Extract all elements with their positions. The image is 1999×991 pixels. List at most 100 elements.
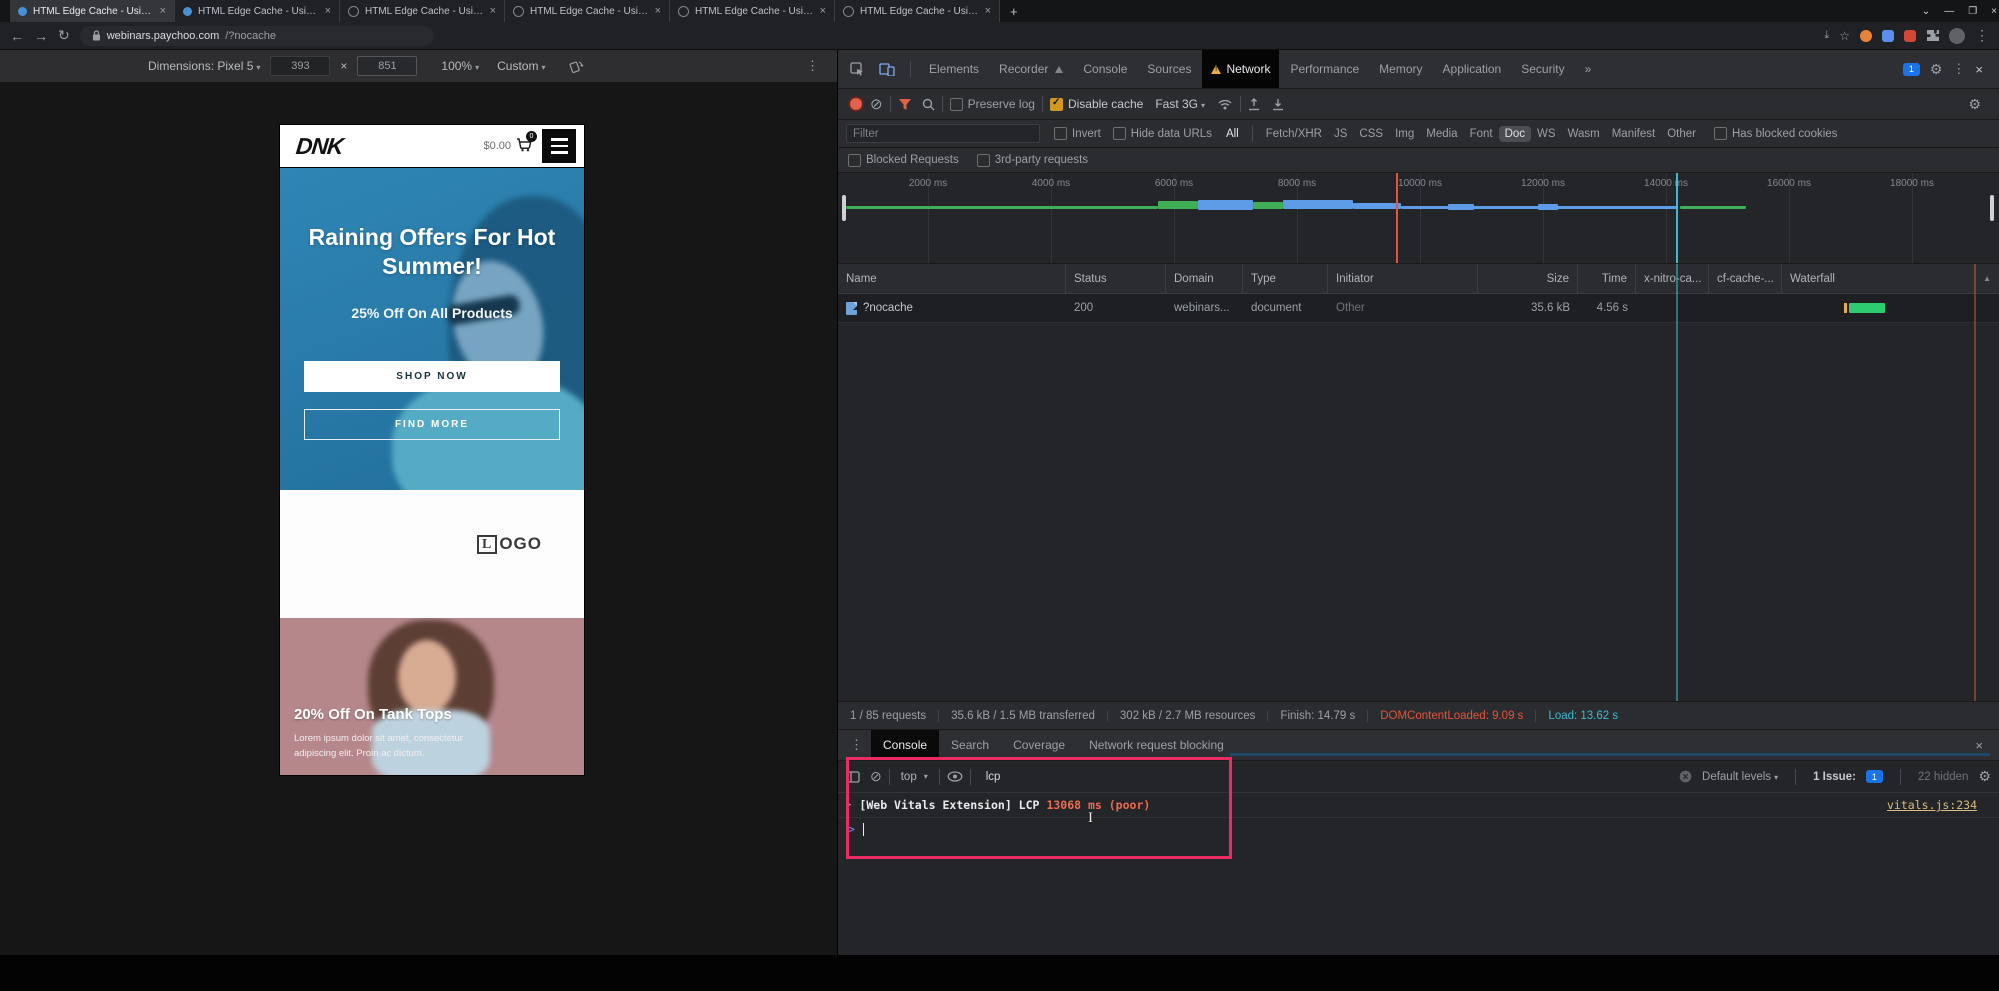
- clear-console-icon[interactable]: ⊘: [870, 768, 882, 785]
- col-x-nitro[interactable]: x-nitro-ca...: [1636, 264, 1709, 293]
- blocked-requests-checkbox[interactable]: Blocked Requests: [848, 154, 959, 167]
- export-har-icon[interactable]: [1272, 98, 1284, 111]
- type-filter-ws[interactable]: WS: [1531, 126, 1562, 142]
- tab-sources[interactable]: Sources: [1138, 50, 1200, 88]
- tab-close-icon[interactable]: ×: [985, 5, 991, 17]
- type-filter-js[interactable]: JS: [1328, 126, 1353, 142]
- tab-application[interactable]: Application: [1434, 50, 1511, 88]
- type-filter-img[interactable]: Img: [1389, 126, 1420, 142]
- record-network-log-icon[interactable]: [850, 98, 862, 110]
- devtools-kebab-icon[interactable]: ⋮: [1952, 61, 1965, 77]
- clear-network-log-icon[interactable]: ⊘: [870, 95, 883, 113]
- share-icon[interactable]: ⤓: [1824, 29, 1829, 42]
- third-party-requests-checkbox[interactable]: 3rd-party requests: [977, 154, 1088, 167]
- request-row[interactable]: ?nocache 200 webinars... document Other …: [838, 294, 1999, 323]
- bookmark-star-icon[interactable]: ☆: [1839, 29, 1850, 43]
- tab-close-icon[interactable]: ×: [325, 5, 331, 17]
- drawer-kebab-icon[interactable]: ⋮: [842, 737, 871, 753]
- type-filter-font[interactable]: Font: [1464, 126, 1499, 142]
- device-dimensions-select[interactable]: Dimensions: Pixel 5▾: [148, 59, 260, 73]
- import-har-icon[interactable]: [1248, 98, 1260, 111]
- network-conditions-icon[interactable]: [1217, 98, 1233, 110]
- search-icon[interactable]: [922, 98, 935, 111]
- shop-now-button[interactable]: SHOP NOW: [304, 361, 560, 392]
- col-time[interactable]: Time: [1578, 264, 1636, 293]
- console-log-row[interactable]: ▶ [Web Vitals Extension] LCP 13068 ms (p…: [838, 793, 1999, 818]
- has-blocked-cookies-checkbox[interactable]: Has blocked cookies: [1714, 127, 1837, 140]
- drawer-tab-search[interactable]: Search: [939, 730, 1001, 760]
- eye-icon[interactable]: [947, 771, 963, 782]
- browser-tab[interactable]: HTML Edge Cache - Using a ×: [175, 0, 340, 22]
- issues-label[interactable]: 1 Issue:: [1813, 771, 1856, 783]
- network-filter-input[interactable]: Filter: [846, 124, 1040, 143]
- hamburger-menu-button[interactable]: [542, 129, 576, 163]
- drawer-close-icon[interactable]: ×: [1975, 738, 1995, 753]
- tab-console[interactable]: Console: [1074, 50, 1136, 88]
- overview-right-handle[interactable]: [1990, 195, 1994, 221]
- devtools-settings-gear-icon[interactable]: ⚙: [1930, 61, 1943, 78]
- console-sidebar-icon[interactable]: [846, 771, 860, 783]
- close-window-icon[interactable]: ×: [1991, 6, 1997, 17]
- cart-area[interactable]: $0.00 0: [483, 137, 532, 155]
- device-toolbar-kebab-icon[interactable]: ⋮: [806, 58, 819, 74]
- browser-tab[interactable]: HTML Edge Cache - Using a ×: [10, 0, 175, 22]
- extensions-puzzle-icon[interactable]: [1926, 29, 1939, 42]
- browser-tab[interactable]: HTML Edge Cache - Using a ×: [505, 0, 670, 22]
- maximize-icon[interactable]: ❐: [1968, 6, 1977, 17]
- col-status[interactable]: Status: [1066, 264, 1166, 293]
- forward-icon[interactable]: →: [34, 28, 48, 44]
- tab-close-icon[interactable]: ×: [655, 5, 661, 17]
- minimize-icon[interactable]: —: [1944, 6, 1954, 17]
- type-filter-doc[interactable]: Doc: [1499, 126, 1531, 142]
- console-context-select[interactable]: top▾: [897, 771, 932, 783]
- col-type[interactable]: Type: [1243, 264, 1328, 293]
- browser-tab[interactable]: HTML Edge Cache - Using a ×: [340, 0, 505, 22]
- col-initiator[interactable]: Initiator: [1328, 264, 1478, 293]
- type-filter-wasm[interactable]: Wasm: [1562, 126, 1606, 142]
- disable-cache-checkbox[interactable]: Disable cache: [1050, 97, 1143, 111]
- drawer-tab-coverage[interactable]: Coverage: [1001, 730, 1077, 760]
- invert-checkbox[interactable]: Invert: [1054, 127, 1101, 140]
- browser-tab[interactable]: HTML Edge Cache - Using a ×: [835, 0, 1000, 22]
- expand-triangle-icon[interactable]: ▶: [846, 800, 851, 810]
- console-levels-select[interactable]: Default levels▾: [1702, 771, 1778, 783]
- tab-performance[interactable]: Performance: [1281, 50, 1368, 88]
- back-icon[interactable]: ←: [10, 28, 24, 44]
- reload-icon[interactable]: ↻: [58, 27, 70, 44]
- type-filter-manifest[interactable]: Manifest: [1606, 126, 1661, 142]
- type-filter-all[interactable]: All: [1220, 126, 1245, 142]
- col-domain[interactable]: Domain: [1166, 264, 1243, 293]
- more-tabs-chevron[interactable]: »: [1576, 50, 1601, 88]
- tab-close-icon[interactable]: ×: [160, 5, 166, 17]
- tab-recorder[interactable]: Recorder: [990, 50, 1072, 88]
- console-prompt[interactable]: >: [838, 818, 1999, 840]
- site-logo[interactable]: DNK: [295, 133, 345, 160]
- network-overview-timeline[interactable]: 2000 ms 4000 ms 6000 ms 8000 ms 10000 ms…: [838, 173, 1999, 264]
- device-height-input[interactable]: 851: [357, 56, 417, 76]
- browser-tab[interactable]: HTML Edge Cache - Using a ×: [670, 0, 835, 22]
- browser-menu-kebab-icon[interactable]: ⋮: [1975, 27, 1989, 44]
- type-filter-css[interactable]: CSS: [1353, 126, 1389, 142]
- network-settings-gear-icon[interactable]: ⚙: [1968, 96, 1991, 113]
- devtools-close-icon[interactable]: ×: [1975, 62, 1983, 77]
- overview-left-handle[interactable]: [842, 195, 846, 221]
- toggle-device-toolbar-icon[interactable]: [873, 62, 901, 76]
- find-more-button[interactable]: FIND MORE: [304, 409, 560, 440]
- console-issues-badge[interactable]: 1: [1866, 770, 1883, 783]
- tab-memory[interactable]: Memory: [1370, 50, 1431, 88]
- hidden-messages-label[interactable]: 22 hidden: [1918, 771, 1969, 783]
- col-waterfall[interactable]: Waterfall ▲: [1782, 264, 1999, 293]
- tab-elements[interactable]: Elements: [920, 50, 988, 88]
- filter-funnel-icon[interactable]: [898, 98, 912, 111]
- preserve-log-checkbox[interactable]: Preserve log: [950, 97, 1035, 111]
- device-throttle-select[interactable]: Custom▾: [497, 59, 545, 73]
- extension-icon[interactable]: [1860, 30, 1872, 42]
- type-filter-media[interactable]: Media: [1420, 126, 1463, 142]
- profile-avatar[interactable]: [1949, 28, 1965, 44]
- type-filter-other[interactable]: Other: [1661, 126, 1702, 142]
- col-size[interactable]: Size: [1478, 264, 1578, 293]
- tab-security[interactable]: Security: [1512, 50, 1573, 88]
- log-source-link[interactable]: vitals.js:234: [1887, 798, 1991, 812]
- console-filter-input[interactable]: lcp: [986, 771, 1001, 783]
- type-filter-fetchxhr[interactable]: Fetch/XHR: [1260, 126, 1328, 142]
